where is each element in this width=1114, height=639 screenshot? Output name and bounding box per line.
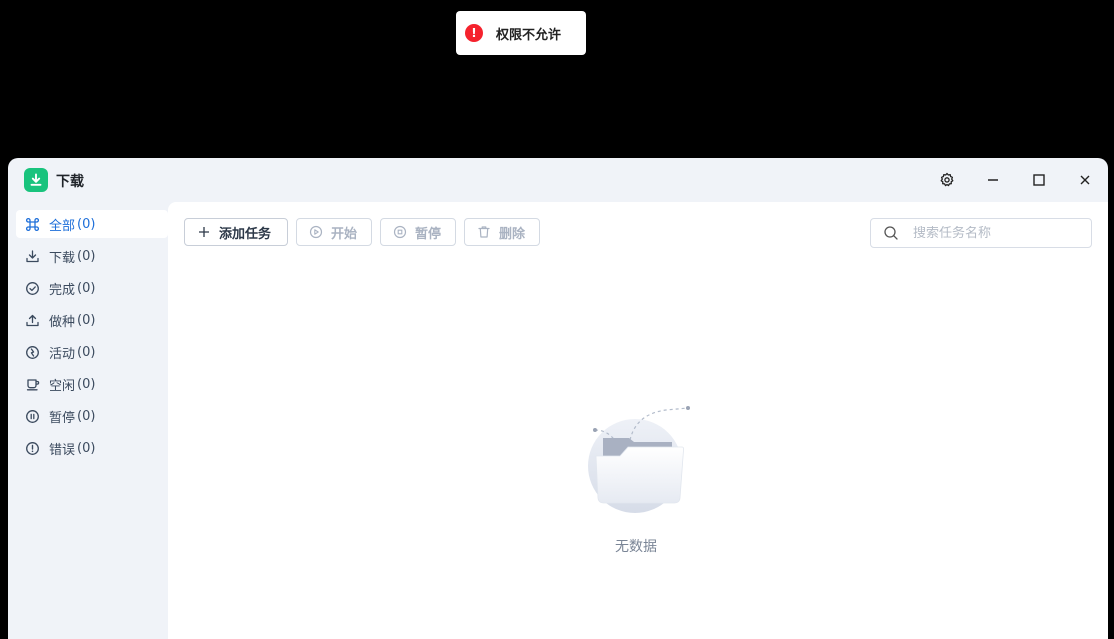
check-circle-icon bbox=[25, 281, 40, 296]
sidebar-item-completed[interactable]: 完成 (0) bbox=[16, 274, 168, 302]
plus-icon bbox=[197, 225, 211, 239]
error-toast: ! 权限不允许 bbox=[456, 11, 586, 55]
pause-circle-icon bbox=[25, 409, 40, 424]
download-icon bbox=[25, 249, 40, 264]
activity-icon bbox=[25, 345, 40, 360]
search-box[interactable] bbox=[870, 218, 1092, 248]
empty-text: 无数据 bbox=[615, 539, 657, 555]
sidebar-item-error[interactable]: 错误 (0) bbox=[16, 434, 168, 462]
play-circle-icon bbox=[309, 225, 323, 239]
maximize-button[interactable] bbox=[1029, 170, 1049, 190]
sidebar-item-active[interactable]: 活动 (0) bbox=[16, 338, 168, 366]
command-icon bbox=[25, 217, 40, 232]
sidebar: 全部 (0) 下载 (0) 完成 (0) 做种 (0) 活动 (0) 空闲 (0… bbox=[8, 202, 168, 639]
search-input[interactable] bbox=[913, 225, 1073, 241]
task-panel: 添加任务 开始 暂停 删除 搜索任务名称 无数据 bbox=[168, 202, 1108, 639]
coffee-icon bbox=[25, 377, 40, 392]
window-title: 下载 bbox=[56, 174, 84, 190]
download-app-icon bbox=[24, 168, 48, 192]
sidebar-item-downloading[interactable]: 下载 (0) bbox=[16, 242, 168, 270]
alert-circle-icon bbox=[25, 441, 40, 456]
search-icon bbox=[883, 225, 899, 241]
empty-folder-illustration bbox=[588, 406, 690, 513]
sidebar-item-all[interactable]: 全部 (0) bbox=[16, 210, 168, 238]
error-icon: ! bbox=[465, 24, 483, 42]
sidebar-item-paused[interactable]: 暂停 (0) bbox=[16, 402, 168, 430]
settings-icon bbox=[940, 172, 954, 187]
toast-message: 权限不允许 bbox=[496, 27, 562, 43]
pause-button[interactable]: 暂停 bbox=[380, 218, 456, 246]
minimize-icon bbox=[988, 179, 998, 181]
empty-state: 无数据 bbox=[576, 400, 696, 570]
delete-button[interactable]: 删除 bbox=[464, 218, 540, 246]
minimize-button[interactable] bbox=[983, 170, 1003, 190]
add-task-button[interactable]: 添加任务 bbox=[184, 218, 288, 246]
sidebar-item-idle[interactable]: 空闲 (0) bbox=[16, 370, 168, 398]
settings-button[interactable] bbox=[937, 170, 957, 190]
close-icon bbox=[1080, 175, 1090, 185]
pause-circle-icon bbox=[393, 225, 407, 239]
sidebar-item-seeding[interactable]: 做种 (0) bbox=[16, 306, 168, 334]
trash-icon bbox=[477, 225, 491, 239]
close-button[interactable] bbox=[1075, 170, 1095, 190]
maximize-icon bbox=[1033, 174, 1045, 186]
title-bar[interactable]: 下载 bbox=[8, 158, 1108, 202]
upload-icon bbox=[25, 313, 40, 328]
start-button[interactable]: 开始 bbox=[296, 218, 372, 246]
download-window: 下载 全部 (0) 下载 (0) 完成 (0) 做种 (0) 活动 (0) 空闲… bbox=[8, 158, 1108, 639]
